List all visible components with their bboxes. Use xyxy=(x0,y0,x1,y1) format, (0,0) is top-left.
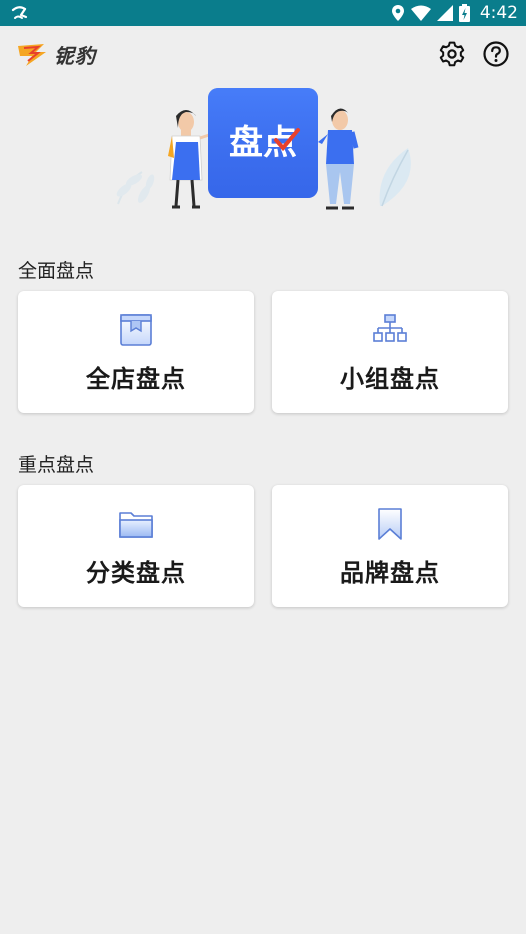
stocktaking-sign: 盘点 xyxy=(208,88,318,198)
app-bar: 铌豹 xyxy=(0,26,526,88)
folder-icon xyxy=(119,512,153,538)
org-chart-icon xyxy=(373,314,407,342)
status-bar: 4:42 xyxy=(0,0,526,26)
man-figure xyxy=(318,108,359,210)
store-count-label: 全店盘点 xyxy=(86,365,186,393)
app-logo: 铌豹 xyxy=(16,40,96,69)
box-icon xyxy=(120,314,152,346)
store-count-card[interactable]: 全店盘点 xyxy=(18,291,254,413)
bookmark-icon xyxy=(378,508,402,540)
app-brand-name: 铌豹 xyxy=(54,44,96,68)
cast-icon xyxy=(11,6,28,19)
signal-icon xyxy=(436,5,453,21)
leaf-decoration-right xyxy=(379,148,411,207)
section-title-key-count: 重点盘点 xyxy=(18,454,95,476)
location-icon xyxy=(391,5,404,21)
brand-count-card[interactable]: 品牌盘点 xyxy=(272,485,508,607)
leaves-decoration-left xyxy=(116,171,155,205)
status-time: 4:42 xyxy=(479,3,518,23)
section-title-full-count: 全面盘点 xyxy=(18,260,95,282)
group-count-card[interactable]: 小组盘点 xyxy=(272,291,508,413)
help-question-icon[interactable] xyxy=(482,40,510,68)
battery-icon xyxy=(458,4,470,22)
group-count-label: 小组盘点 xyxy=(340,365,440,393)
wifi-icon xyxy=(410,5,431,21)
brand-count-label: 品牌盘点 xyxy=(340,559,440,587)
woman-figure xyxy=(168,110,213,209)
stocktaking-banner-illustration: 盘点 xyxy=(116,88,411,210)
settings-gear-icon[interactable] xyxy=(438,40,466,68)
category-count-card[interactable]: 分类盘点 xyxy=(18,485,254,607)
leopard-logo-icon xyxy=(18,43,46,66)
category-count-label: 分类盘点 xyxy=(86,559,186,587)
